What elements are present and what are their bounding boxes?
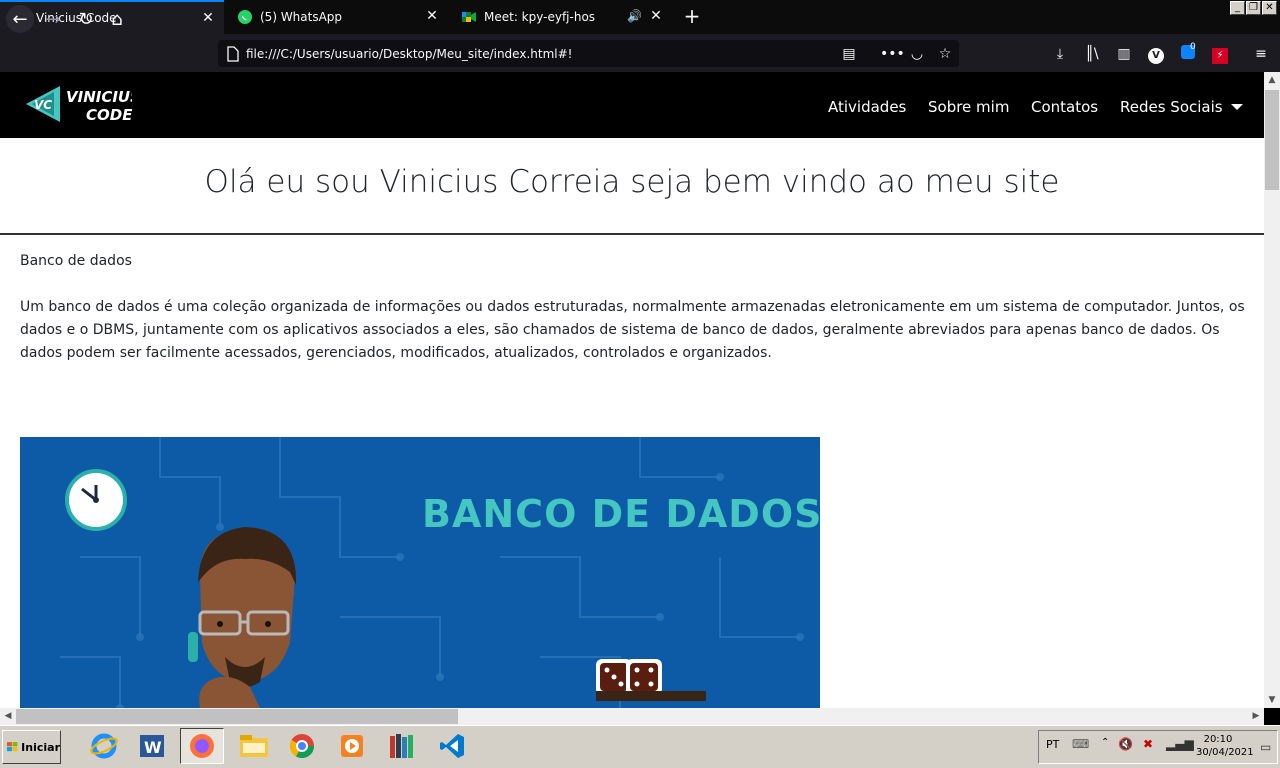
start-button[interactable]: Iniciar — [2, 730, 61, 764]
logo-initials: VC — [34, 98, 52, 112]
reload-button[interactable]: ↻ — [72, 5, 100, 33]
new-tab-button[interactable]: + — [680, 4, 704, 28]
nav-link-atividades[interactable]: Atividades — [828, 98, 906, 116]
start-label: Iniciar — [21, 740, 60, 754]
banner-title: BANCO DE DADOS — [422, 492, 820, 536]
sidebar-icon[interactable]: ▥ — [1115, 45, 1133, 63]
chrome-icon[interactable] — [280, 728, 324, 764]
back-button[interactable]: ← — [6, 5, 34, 33]
meet-icon — [462, 10, 476, 24]
language-indicator[interactable]: PT — [1046, 738, 1059, 751]
clock-time: 20:10 — [1203, 734, 1233, 745]
dice-icon — [596, 659, 706, 701]
books-app-icon[interactable] — [380, 728, 424, 764]
whatsapp-icon — [238, 10, 252, 24]
clock[interactable]: 20:10 30/04/2021 — [1196, 733, 1254, 759]
tab-whatsapp[interactable]: (5) WhatsApp ✕ — [224, 0, 448, 34]
vertical-scroll-thumb[interactable] — [1265, 90, 1279, 190]
home-button[interactable]: ⌂ — [103, 5, 131, 33]
internet-explorer-icon[interactable] — [82, 728, 126, 764]
section-body: Um banco de dados é uma coleção organiza… — [20, 299, 1245, 361]
pdf-extension-icon[interactable]: ⚡ — [1211, 45, 1229, 64]
svg-text:W: W — [144, 738, 162, 757]
page-viewport: VC VINICIUS CODE Atividades Sobre mim Co… — [0, 72, 1264, 708]
windows-logo-icon — [7, 742, 18, 752]
close-icon[interactable]: ✕ — [648, 8, 664, 24]
scroll-left-icon[interactable]: ◀ — [0, 708, 16, 724]
nav-link-sobre-mim[interactable]: Sobre mim — [928, 98, 1009, 116]
scroll-up-icon[interactable]: ▲ — [1264, 72, 1280, 88]
keyboard-icon[interactable]: ⌨ — [1072, 737, 1089, 751]
logo-line1: VINICIUS — [66, 88, 132, 106]
close-icon[interactable]: ✕ — [424, 8, 440, 24]
circuit-pattern — [60, 437, 804, 708]
menu-icon[interactable]: ≡ — [1252, 45, 1270, 63]
library-icon[interactable]: ║\ — [1083, 45, 1101, 63]
show-hidden-icons[interactable]: ⌃ — [1101, 737, 1109, 748]
notification-count: 0 — [1190, 42, 1196, 52]
tab-meet[interactable]: Meet: kpy-eyfj-hos 🔊 ✕ — [448, 0, 672, 34]
vscode-icon[interactable] — [430, 728, 474, 764]
tab-label: (5) WhatsApp — [260, 10, 343, 24]
nav-link-contatos[interactable]: Contatos — [1031, 98, 1098, 116]
reader-view-icon[interactable]: ▤ — [840, 45, 858, 63]
page-icon — [227, 45, 239, 62]
banco-de-dados-banner: BANCO DE DADOS — [20, 437, 820, 708]
clock-date: 30/04/2021 — [1196, 747, 1254, 758]
section-heading: Banco de dados — [20, 253, 132, 269]
logo-line2: CODE — [86, 106, 132, 124]
vinicius-code-logo[interactable]: VC VINICIUS CODE — [24, 82, 132, 126]
speaker-icon[interactable]: 🔊 — [627, 9, 642, 23]
pocket-icon[interactable]: ◡ — [908, 45, 926, 63]
volume-muted-icon[interactable]: 🔇 — [1118, 737, 1133, 751]
horizontal-scroll-thumb[interactable] — [16, 709, 458, 724]
minimize-button[interactable]: _ — [1230, 1, 1245, 15]
file-explorer-icon[interactable] — [232, 728, 276, 764]
hero-title: Olá eu sou Vinicius Correia seja bem vin… — [204, 164, 1060, 200]
close-window-button[interactable]: ✕ — [1262, 1, 1277, 15]
clock-icon — [65, 469, 127, 531]
firefox-icon[interactable] — [180, 728, 224, 764]
bookmark-star-icon[interactable]: ☆ — [936, 45, 954, 63]
nav-link-redes-sociais[interactable]: Redes Sociais — [1120, 98, 1223, 116]
downloads-icon[interactable]: ⤓ — [1051, 45, 1069, 63]
dropdown-caret-icon[interactable] — [1231, 104, 1243, 110]
signal-icon[interactable]: ▂▄▆ — [1166, 737, 1194, 751]
show-desktop-icon[interactable]: ▭ — [1260, 740, 1271, 754]
scroll-right-icon[interactable]: ▶ — [1248, 708, 1264, 724]
media-player-icon[interactable] — [330, 728, 374, 764]
site-navbar: VC VINICIUS CODE Atividades Sobre mim Co… — [0, 72, 1264, 138]
url-input[interactable] — [246, 44, 826, 63]
vpn-extension-icon[interactable]: V — [1147, 45, 1165, 64]
more-actions-icon[interactable]: ••• — [880, 45, 905, 63]
divider — [0, 233, 1264, 235]
network-error-icon[interactable]: ✖ — [1143, 737, 1153, 751]
close-icon[interactable]: ✕ — [200, 10, 216, 26]
tab-label: Meet: kpy-eyfj-hos — [484, 10, 596, 24]
character-illustration — [188, 527, 297, 708]
restore-button[interactable]: ❐ — [1246, 1, 1261, 15]
scroll-down-icon[interactable]: ▼ — [1264, 692, 1280, 708]
word-icon[interactable]: W — [130, 728, 174, 764]
forward-button[interactable]: → — [39, 5, 67, 33]
notification-extension-icon[interactable]: 0 — [1179, 42, 1197, 63]
